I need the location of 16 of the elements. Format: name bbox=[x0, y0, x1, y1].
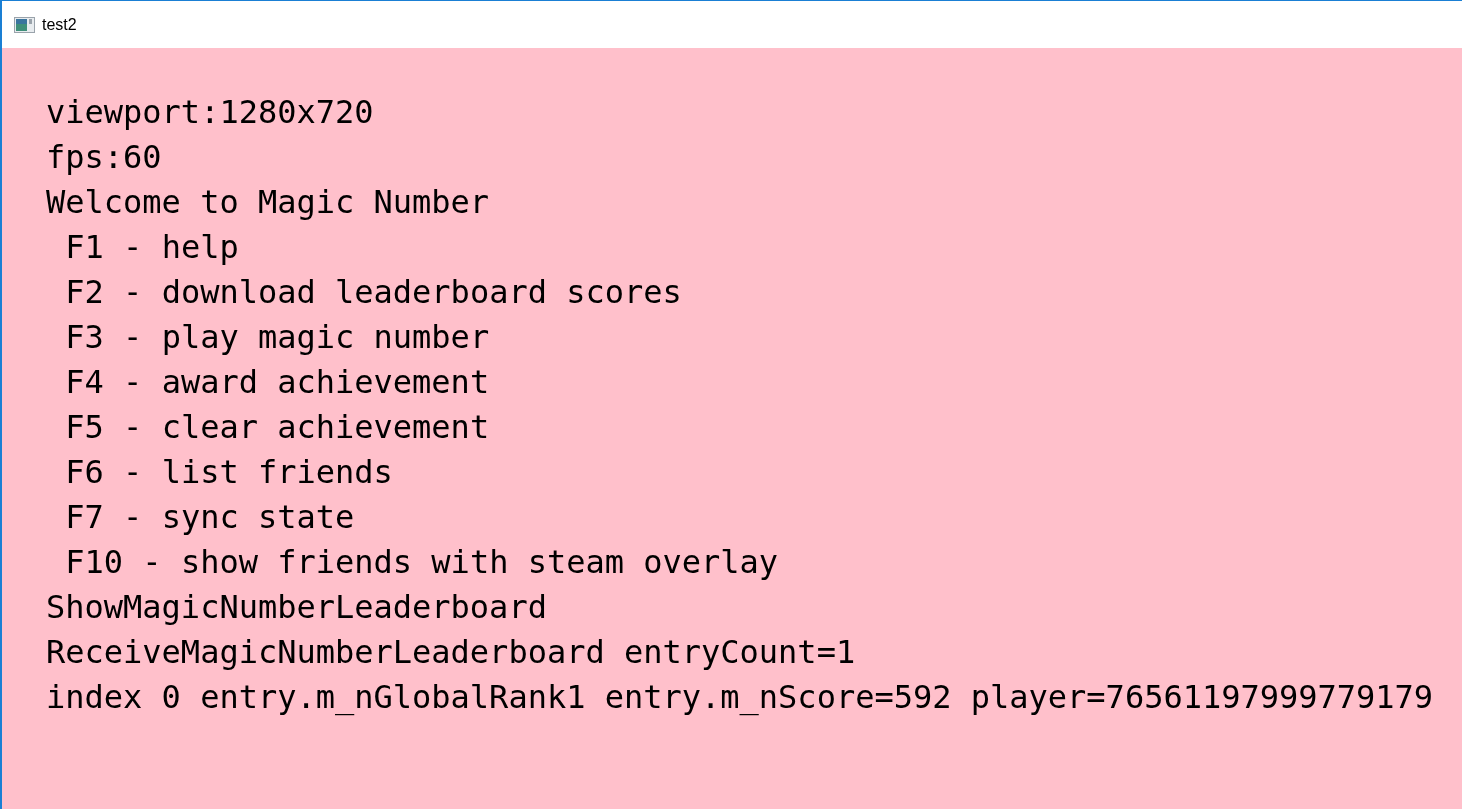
console-line: ReceiveMagicNumberLeaderboard entryCount=1 bbox=[46, 632, 856, 673]
console-line: fps:60 bbox=[46, 137, 162, 178]
menu-option-line: F7 - sync state bbox=[65, 497, 355, 538]
menu-option-line: F10 - show friends with steam overlay bbox=[65, 542, 779, 583]
console-line: viewport:1280x720 bbox=[46, 92, 374, 133]
menu-option-line: F1 - help bbox=[65, 227, 239, 268]
app-icon bbox=[14, 16, 35, 33]
console-line: ShowMagicNumberLeaderboard bbox=[46, 587, 547, 628]
window-title: test2 bbox=[42, 15, 77, 34]
menu-option-line: F2 - download leaderboard scores bbox=[65, 272, 682, 313]
console-line: Welcome to Magic Number bbox=[46, 182, 490, 223]
menu-option-line: F5 - clear achievement bbox=[65, 407, 490, 448]
menu-option-line: F3 - play magic number bbox=[65, 317, 490, 358]
console-line: index 0 entry.m_nGlobalRank1 entry.m_nScore=592 player=76561197999779179 bbox=[46, 677, 1434, 718]
menu-option-line: F6 - list friends bbox=[65, 452, 393, 493]
menu-option-line: F4 - award achievement bbox=[65, 362, 490, 403]
